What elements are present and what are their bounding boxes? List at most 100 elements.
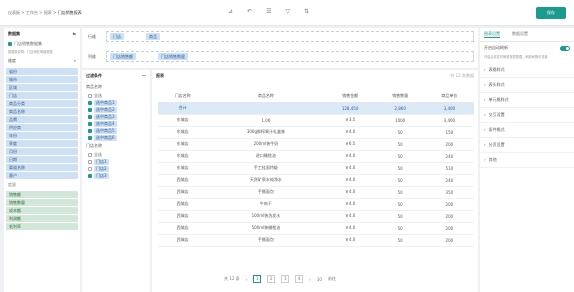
crumb-3[interactable]: 报表 <box>44 10 52 15</box>
dimension-field[interactable]: 供应商 <box>6 124 78 131</box>
col-chip-1[interactable]: 门店销售额 <box>110 53 136 60</box>
checkbox[interactable] <box>88 114 92 119</box>
dimension-field[interactable]: 渠道名称 <box>6 164 78 171</box>
page-size[interactable]: 10 <box>317 277 322 282</box>
tab-chart-settings[interactable]: 图表设置 <box>484 31 500 38</box>
page-1[interactable]: 1 <box>253 275 262 283</box>
filter-section-2[interactable]: 门店名称 <box>82 141 150 151</box>
sort-icon[interactable]: ⇅ <box>304 8 309 15</box>
column-header[interactable]: 门店名称 <box>158 90 208 103</box>
dimension-field[interactable]: 月份 <box>6 148 78 155</box>
crumb-2[interactable]: 工作台 <box>26 10 38 15</box>
column-header[interactable]: 销售金额 <box>324 90 376 103</box>
page-2[interactable]: 2 <box>267 275 276 283</box>
filter-item[interactable]: 门店3 <box>82 172 150 179</box>
panel-collapse-icon[interactable]: ⇆ <box>73 31 76 37</box>
total-cell <box>207 102 325 115</box>
table-row[interactable]: 东城店 1.00 ￥3.5 1000 3,400 <box>158 114 474 127</box>
table-row[interactable]: 西城店 100ml装洗发水 ￥4.0 50 200 <box>158 210 474 223</box>
table-row[interactable]: 西城店 手撕面包 ￥4.0 50 200 <box>158 234 474 247</box>
measure-field[interactable]: 销售数量 <box>6 199 78 206</box>
dimension-field[interactable]: 品牌 <box>6 116 78 123</box>
checkbox[interactable] <box>88 93 92 98</box>
undo-icon[interactable]: ↶ <box>247 8 252 15</box>
report-panel: 报表 共 12 条数据 门店名称 商品名称 销售金额 销售数量 商品单价 合计 128,45… <box>152 70 478 292</box>
dimension-field[interactable]: 日期 <box>6 156 78 163</box>
chart-icon[interactable]: ⊿ <box>228 8 233 15</box>
filter-item[interactable]: 门店1 <box>82 158 150 165</box>
filter-section-1[interactable]: 商品名称 <box>82 82 150 92</box>
table-cell: ￥3.5 <box>324 114 376 127</box>
measure-field[interactable]: 毛利率 <box>6 223 78 230</box>
checkbox[interactable] <box>88 135 92 140</box>
table-row[interactable]: 东城店 手工挂面特级 ￥4.0 50 510 <box>158 162 474 175</box>
dimension-field[interactable]: 城市 <box>6 76 78 83</box>
column-header[interactable]: 商品名称 <box>207 90 325 103</box>
filter-item[interactable]: 选中商品2 <box>82 106 150 113</box>
dataset-name[interactable]: 门店销售数据集 <box>14 41 42 47</box>
next-icon[interactable]: › <box>309 277 311 282</box>
settings-section[interactable]: › 表格样式 <box>480 63 574 78</box>
filter-item[interactable]: 选中商品3 <box>82 113 150 120</box>
table-row[interactable]: 东城店 200ml装牛奶 ￥6.5 50 200 <box>158 138 474 151</box>
dimension-field[interactable]: 区域 <box>6 84 78 91</box>
table-row[interactable]: 西城店 500ml装橄榄油 ￥4.0 50 200 <box>158 222 474 235</box>
measure-field[interactable]: 利润额 <box>6 215 78 222</box>
col-chip-2[interactable]: 门店销售数量 <box>158 53 188 60</box>
measure-field[interactable]: 销售额 <box>6 191 78 198</box>
settings-section[interactable]: › 条件格式 <box>480 123 574 138</box>
list-icon[interactable]: ☰ <box>266 8 271 15</box>
auto-refresh-toggle[interactable] <box>560 45 570 51</box>
prev-icon[interactable]: ‹ <box>246 277 248 282</box>
settings-section[interactable]: › 其他 <box>480 153 574 168</box>
save-button[interactable]: 保存 <box>536 7 566 19</box>
dimension-field[interactable]: 商品分类 <box>6 100 78 107</box>
checkbox[interactable] <box>88 100 92 105</box>
checkbox[interactable] <box>88 128 92 133</box>
checkbox[interactable] <box>88 152 92 157</box>
filter-item[interactable]: 门店2 <box>82 165 150 172</box>
table-row[interactable]: 西城店 手撕面包 ￥4.0 50 350 <box>158 186 474 199</box>
column-header[interactable]: 销售数量 <box>375 90 425 103</box>
row-chip-2[interactable]: 商品 <box>146 33 160 40</box>
dimension-field[interactable]: 季度 <box>6 140 78 147</box>
filter-item[interactable]: 选中商品6 <box>82 134 150 141</box>
checkbox[interactable] <box>88 166 92 171</box>
goto-label[interactable]: 前往 <box>328 276 336 282</box>
row-dropzone[interactable] <box>106 31 474 42</box>
filter-icon[interactable]: ▽ <box>285 8 290 15</box>
settings-section[interactable]: › 分页设置 <box>480 138 574 153</box>
dimension-field[interactable]: 省份 <box>6 68 78 75</box>
table-row[interactable]: 东城店 300g鲜榨果汁礼盒装 ￥4.0 50 150 <box>158 126 474 139</box>
table-cell: 240 <box>424 174 474 187</box>
settings-section[interactable]: › 交互设置 <box>480 108 574 123</box>
more-icon[interactable]: ⋯ <box>142 73 146 79</box>
checkbox[interactable] <box>88 121 92 126</box>
checkbox[interactable] <box>88 159 92 164</box>
table-row[interactable]: 西城店 牛肉干 ￥4.0 50 200 <box>158 198 474 211</box>
crumb-1[interactable]: 仪表板 <box>8 10 20 15</box>
dimension-field[interactable]: 商品名称 <box>6 108 78 115</box>
column-header[interactable]: 商品单价 <box>424 90 474 103</box>
table-row[interactable]: 西城店 天然矿泉水纯净水 ￥4.0 50 240 <box>158 174 474 187</box>
dimension-field[interactable]: 年份 <box>6 132 78 139</box>
row-chip-1[interactable]: 门店 <box>110 33 124 40</box>
filter-item[interactable]: 选中商品1 <box>82 99 150 106</box>
filter-item[interactable]: 选中商品5 <box>82 127 150 134</box>
measure-field[interactable]: 成本额 <box>6 207 78 214</box>
filter-item[interactable]: 全选 <box>82 92 150 99</box>
filter-item[interactable]: 全选 <box>82 151 150 158</box>
checkbox[interactable] <box>88 107 92 112</box>
filter-item[interactable]: 选中商品4 <box>82 120 150 127</box>
settings-section[interactable]: › 表头样式 <box>480 78 574 93</box>
checkbox[interactable] <box>88 173 92 178</box>
table-row[interactable]: 东城店 进口橄榄油 ￥4.0 50 240 <box>158 150 474 163</box>
search-icon[interactable]: ⌕ <box>74 58 76 64</box>
dimension-field[interactable]: 客户 <box>6 172 78 179</box>
breadcrumb: 仪表板 > 工作台 > 报表 > 门店销售报表 <box>8 10 82 15</box>
page-4[interactable]: 4 <box>295 275 304 283</box>
page-3[interactable]: 3 <box>281 275 290 283</box>
settings-section[interactable]: › 单元格样式 <box>480 93 574 108</box>
tab-data-settings[interactable]: 数据设置 <box>512 31 528 38</box>
dimension-field[interactable]: 门店 <box>6 92 78 99</box>
